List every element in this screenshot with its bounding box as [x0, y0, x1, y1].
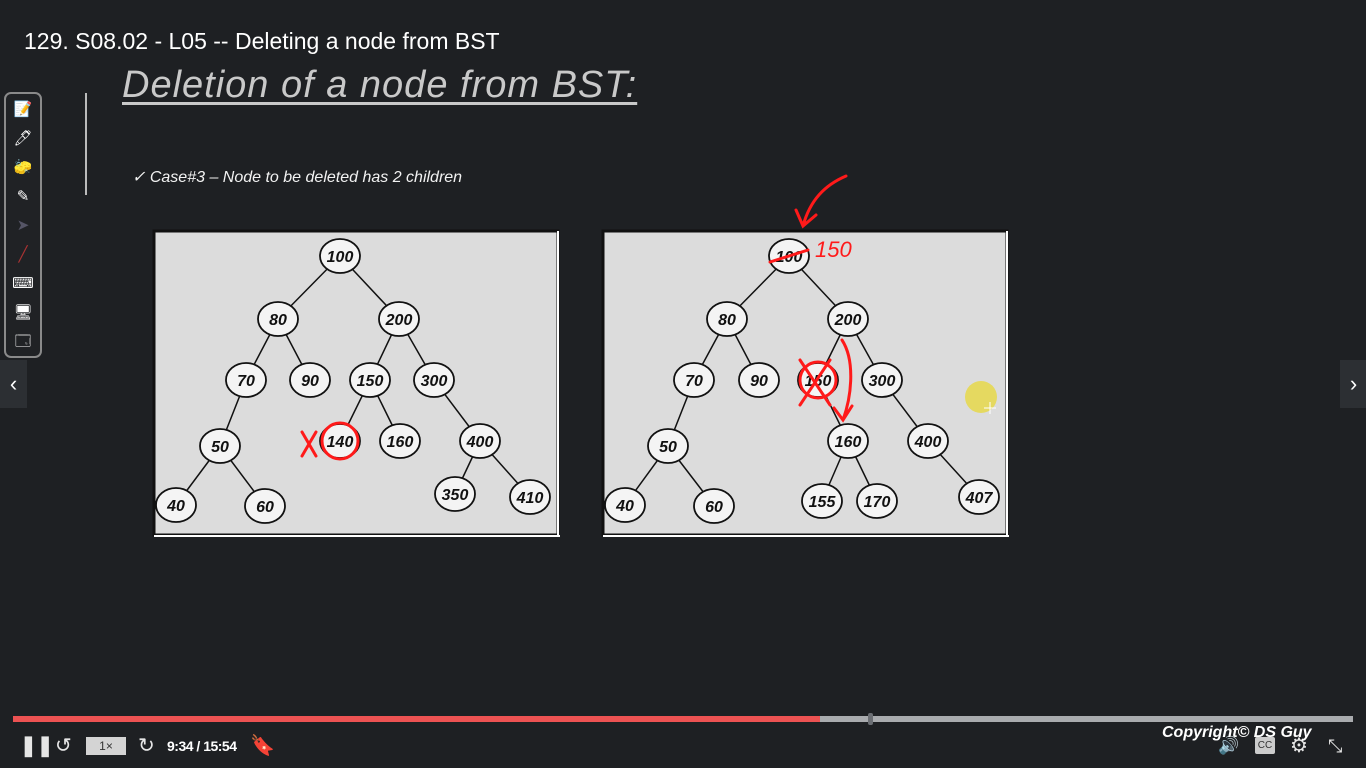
progress-bar[interactable] [13, 713, 1353, 725]
time-display: 9:34 / 15:54 [167, 738, 237, 754]
tree-node-label: 410 [516, 490, 544, 507]
tree-node-label: 150 [357, 373, 384, 390]
tree-node-label: 80 [269, 312, 287, 329]
progress-handle[interactable] [867, 713, 873, 725]
tree-node-label: 70 [237, 373, 255, 390]
tree-node-label: 300 [421, 373, 448, 390]
tree-node-label: 160 [387, 434, 414, 451]
tree-node-label: 90 [301, 373, 319, 390]
tree-node-label: 155 [809, 494, 837, 511]
tree-node-label: 300 [869, 373, 896, 390]
arrow-mark-root [794, 174, 848, 229]
slide-diagrams: 10080 20070 90 150 30050 140 160 40040 60350 410 … [152, 174, 1009, 537]
rewind-icon[interactable]: ↺ [55, 732, 72, 760]
tree-node-label: 70 [685, 373, 703, 390]
exit-fullscreen-icon[interactable]: ⤡ [1328, 732, 1342, 760]
copyright-watermark: Copyright© DS Guy [1162, 724, 1312, 741]
tree-node-label: 60 [705, 499, 723, 516]
tree-node-label: 40 [615, 498, 634, 515]
tree-node-label: 160 [835, 434, 862, 451]
tree-node-label: 350 [442, 487, 469, 504]
tree-node-label: 140 [327, 434, 354, 451]
tree-node-label: 200 [834, 312, 862, 329]
tree-node-label: 170 [864, 494, 891, 511]
tree-node-label: 50 [659, 439, 677, 456]
tree-node-label: 40 [166, 498, 185, 515]
bookmark-icon[interactable]: 🔖 [250, 732, 275, 760]
tree-node-label: 100 [327, 249, 354, 266]
progress-fill [13, 716, 820, 722]
playback-speed-button[interactable]: 1× [86, 737, 126, 755]
tree-node-label: 400 [466, 434, 494, 451]
tree-node-label: 80 [718, 312, 736, 329]
tree-node-label: 407 [965, 490, 994, 507]
pause-icon[interactable]: ❚❚ [20, 732, 54, 760]
tree-node-label: 200 [385, 312, 413, 329]
tree-node-label: 50 [211, 439, 229, 456]
tree-node-label: 60 [256, 499, 274, 516]
tree-node-label: 90 [750, 373, 768, 390]
replacement-value: 150 [815, 237, 852, 262]
tree-node-label: 400 [914, 434, 942, 451]
forward-icon[interactable]: ↻ [138, 732, 155, 760]
